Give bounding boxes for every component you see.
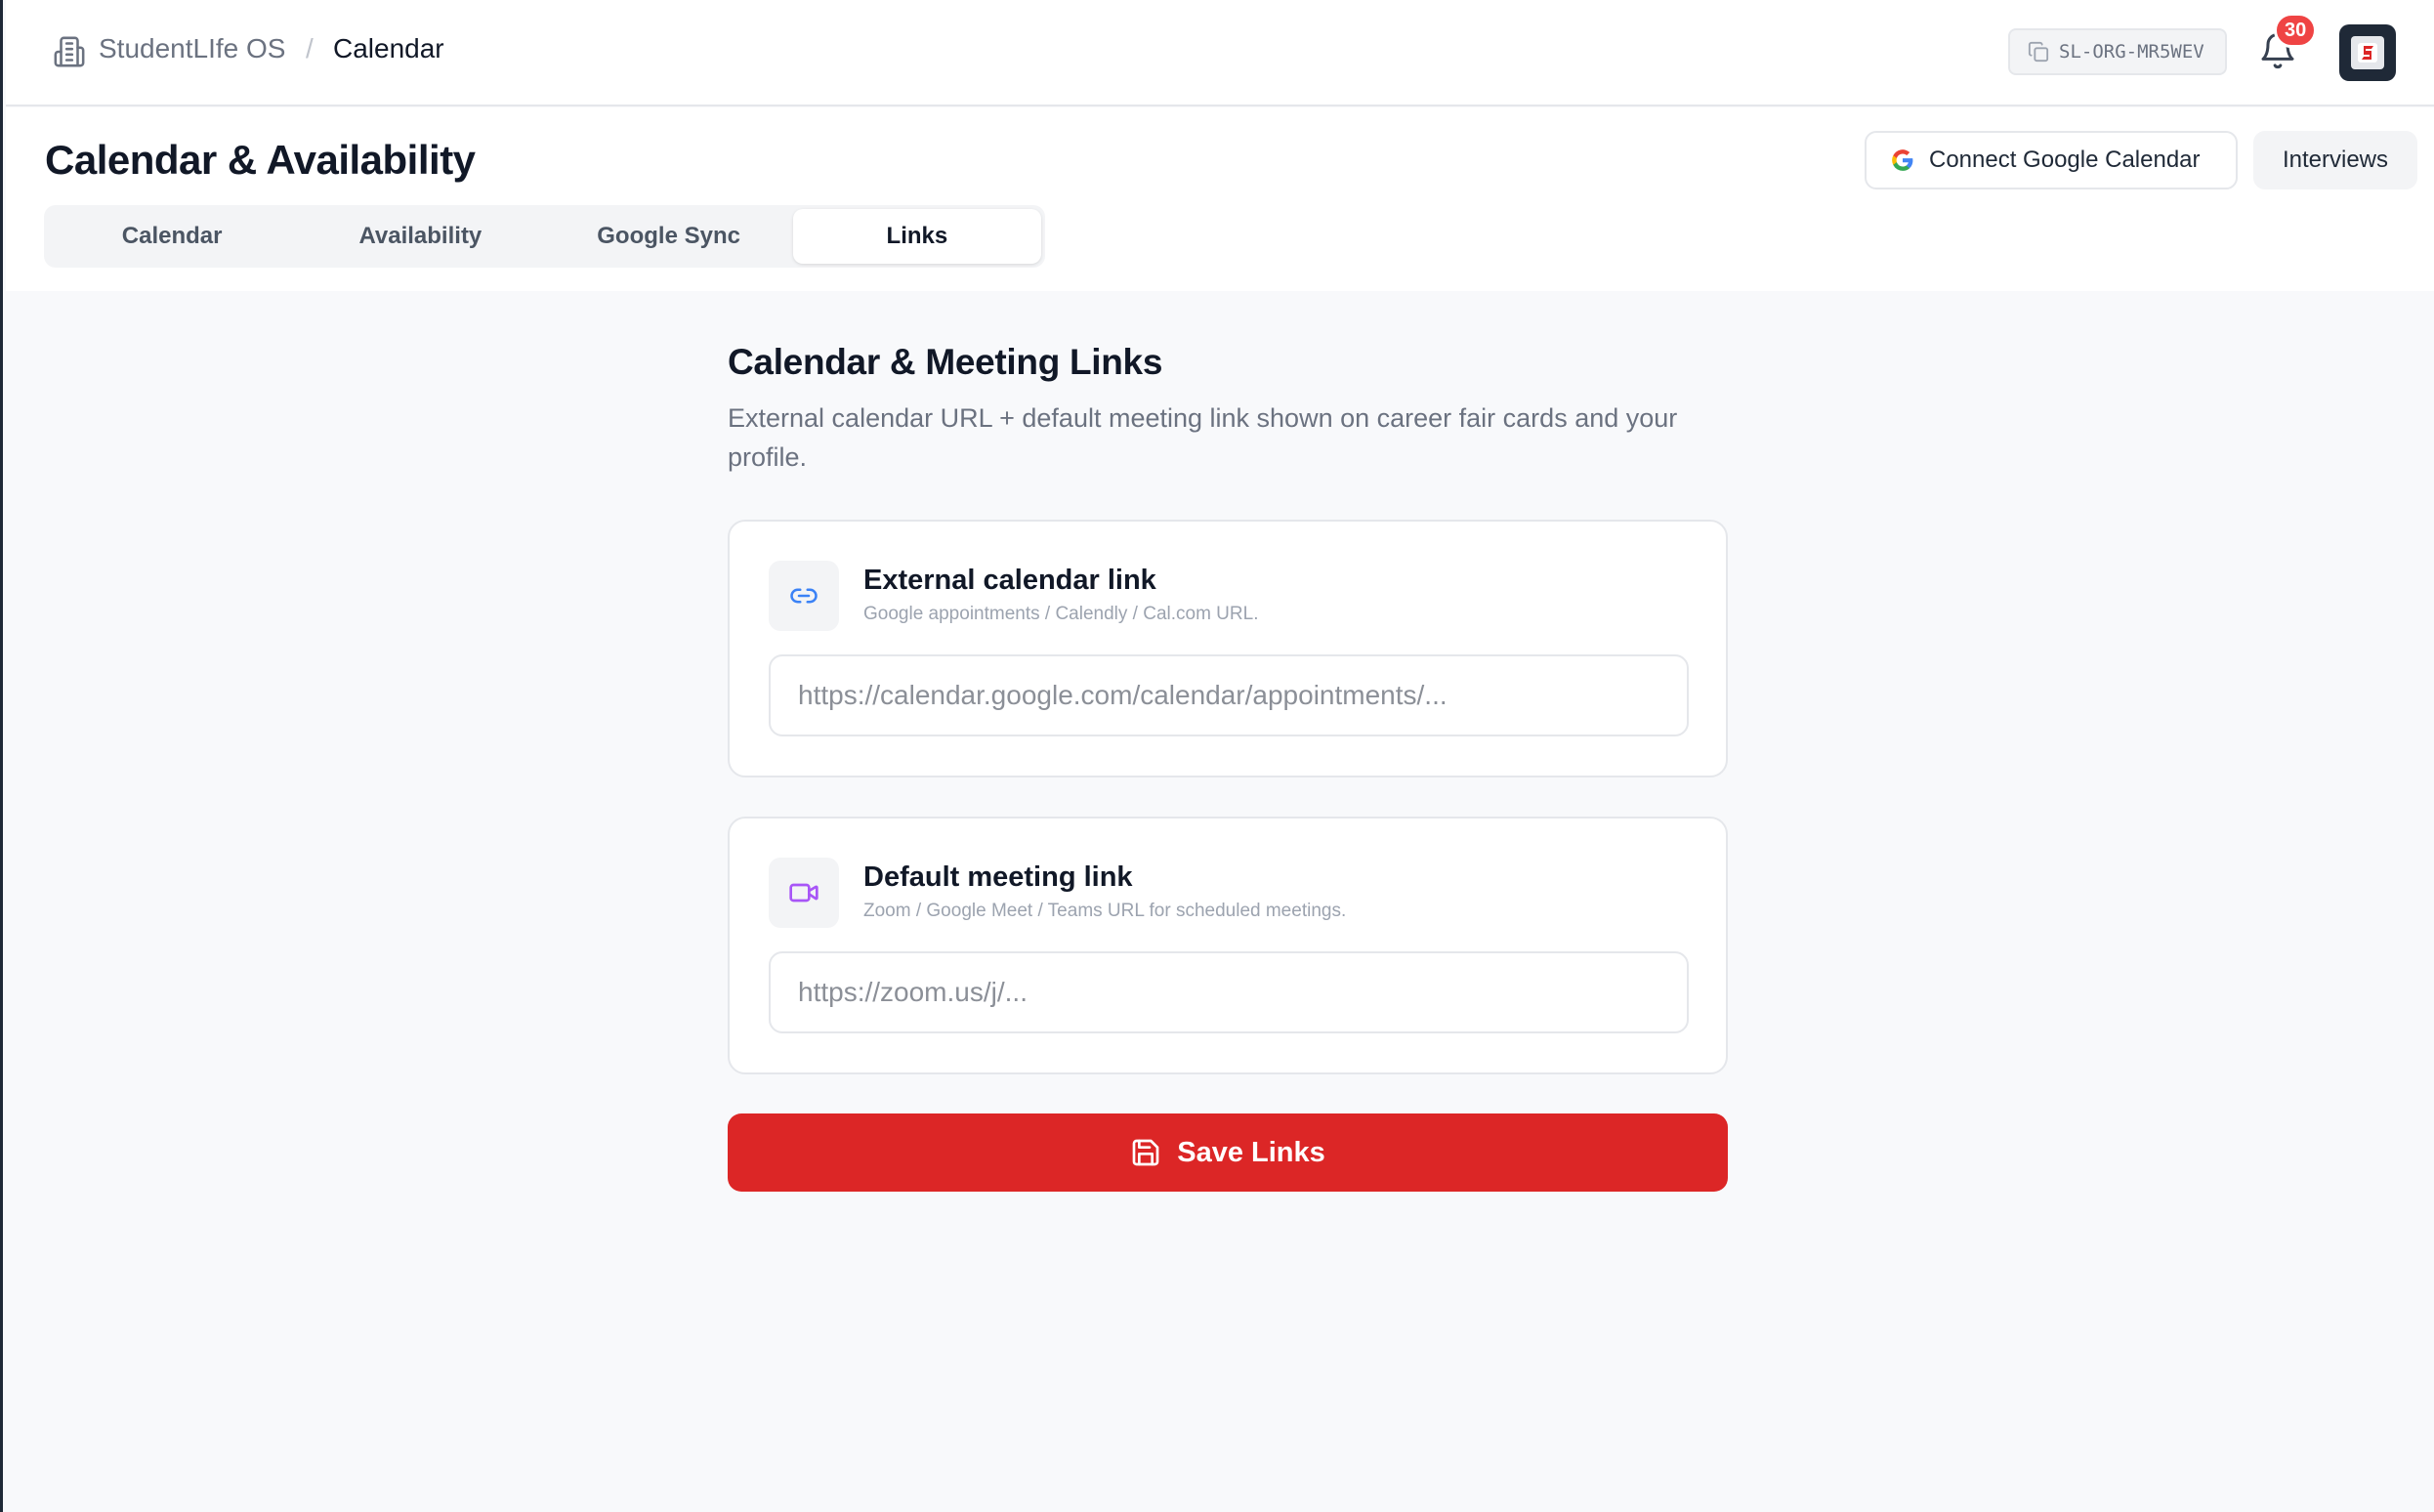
card-subtitle: Zoom / Google Meet / Teams URL for sched… [863,901,1347,921]
top-bar: StudentLIfe OS / Calendar SL-ORG-MR5WEV … [6,0,2434,106]
brand-logo-icon [2358,43,2377,63]
external-calendar-card: External calendar link Google appointmen… [728,520,1728,777]
links-section-header: Calendar & Meeting Links External calend… [728,342,1728,477]
section-title: Calendar & Meeting Links [728,342,1163,382]
default-meeting-card: Default meeting link Zoom / Google Meet … [728,817,1728,1074]
save-links-label: Save Links [1177,1136,1325,1168]
meeting-url-input[interactable] [769,951,1689,1033]
tab-links[interactable]: Links [792,209,1041,264]
page-header: Calendar & Availability Connect Google C… [6,107,2434,291]
save-links-button[interactable]: Save Links [728,1113,1728,1192]
tab-google-sync[interactable]: Google Sync [545,209,793,264]
breadcrumb-separator: / [306,33,314,63]
card-icon-container [769,858,839,928]
save-icon [1132,1139,1159,1166]
building-icon [54,36,85,67]
section-description: External calendar URL + default meeting … [728,403,1678,472]
interviews-button[interactable]: Interviews [2253,131,2417,189]
card-subtitle: Google appointments / Calendly / Cal.com… [863,604,1259,624]
page-title: Calendar & Availability [45,137,476,183]
card-title: Default meeting link [863,861,1133,893]
connect-google-calendar-label: Connect Google Calendar [1929,147,2201,173]
link-icon [790,588,818,604]
card-title: External calendar link [863,565,1156,596]
avatar[interactable] [2339,24,2396,81]
org-code: SL-ORG-MR5WEV [2059,41,2204,63]
card-icon-container [769,561,839,631]
breadcrumb-root[interactable]: StudentLIfe OS [99,33,285,64]
notification-count-badge: 30 [2274,13,2318,48]
breadcrumb-current: Calendar [333,33,444,63]
external-calendar-url-input[interactable] [769,654,1689,736]
video-icon [789,883,818,903]
tab-availability[interactable]: Availability [296,209,544,264]
tab-bar: Calendar Availability Google Sync Links [44,205,1045,268]
google-icon [1892,149,1913,171]
connect-google-calendar-button[interactable]: Connect Google Calendar [1865,131,2238,189]
app-frame: StudentLIfe OS / Calendar SL-ORG-MR5WEV … [0,0,2434,1512]
avatar-logo [2351,36,2384,69]
tab-calendar[interactable]: Calendar [48,209,296,264]
org-code-copy-button[interactable]: SL-ORG-MR5WEV [2008,28,2227,75]
copy-icon [2028,41,2049,63]
